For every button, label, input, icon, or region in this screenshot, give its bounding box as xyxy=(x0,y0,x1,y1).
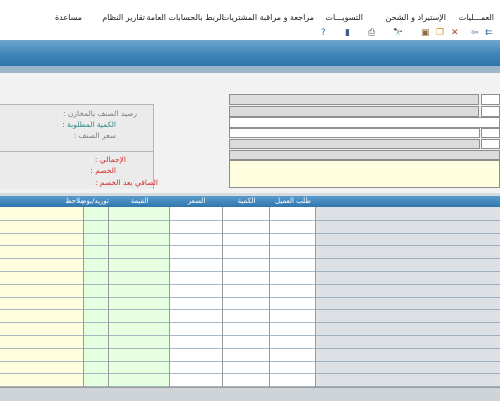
table-row[interactable] xyxy=(0,322,500,323)
table-row[interactable] xyxy=(0,348,500,349)
status-bar xyxy=(0,387,500,401)
customer-field[interactable] xyxy=(229,128,480,138)
unit-field[interactable] xyxy=(229,139,480,149)
menu-operations[interactable]: العمـــليات xyxy=(459,13,494,22)
help-icon[interactable]: ? xyxy=(321,28,326,38)
menu-accounts[interactable]: الربط بالحسابات العامة xyxy=(146,13,224,22)
header-notes[interactable]: ملاحظ xyxy=(0,197,84,205)
table-row[interactable] xyxy=(0,361,500,362)
table-row[interactable] xyxy=(0,258,500,259)
menu-reports[interactable]: تقارير النظام xyxy=(102,13,145,22)
paste-icon[interactable]: ▣ xyxy=(421,28,430,38)
total-label: الإجمالي : xyxy=(94,155,126,164)
item-name-small-field[interactable] xyxy=(481,106,500,117)
qty-label: الكمية المطلوبة : xyxy=(62,120,116,129)
header-value[interactable]: القيمة xyxy=(109,197,170,205)
table-row[interactable] xyxy=(0,335,500,336)
table-row[interactable] xyxy=(0,297,500,298)
menu-import[interactable]: الإستيراد و الشحن xyxy=(385,13,446,22)
menu-settlements[interactable]: التسويـــات xyxy=(325,13,363,22)
item-name-field[interactable] xyxy=(229,106,479,117)
description-field[interactable] xyxy=(229,117,500,128)
notes-textarea[interactable] xyxy=(229,160,500,188)
customer-small-field[interactable] xyxy=(481,128,500,138)
panel-divider xyxy=(0,151,153,152)
header-request[interactable]: طلب العميل xyxy=(270,197,316,205)
menu-help[interactable]: مساعدة xyxy=(55,13,82,22)
header-supply[interactable]: توريد/يوم xyxy=(82,197,109,205)
close-icon[interactable]: ✕ xyxy=(451,28,459,38)
header-qty[interactable]: الكمية xyxy=(223,197,270,205)
double-arrow-left-icon[interactable]: ⇇ xyxy=(485,28,493,38)
table-row[interactable] xyxy=(0,373,500,374)
arrow-left-icon[interactable]: ⇦ xyxy=(471,28,479,38)
discount-label: الخصم : xyxy=(90,166,116,175)
price-label: سعر الصنف : xyxy=(73,131,116,140)
net-label: الصافي بعد الخصم : xyxy=(94,178,158,187)
table-row[interactable] xyxy=(0,284,500,285)
table-row[interactable] xyxy=(0,309,500,310)
unit-small-field[interactable] xyxy=(481,139,500,149)
copy-icon[interactable]: ❐ xyxy=(436,28,444,38)
item-code-small-field[interactable] xyxy=(481,94,500,105)
item-code-field[interactable] xyxy=(229,94,479,105)
table-row[interactable] xyxy=(0,233,500,234)
header-price[interactable]: السعر xyxy=(170,197,223,205)
exit-door-icon[interactable]: ▮ xyxy=(345,28,350,38)
stock-label: رصيد الصنف بالمخازن : xyxy=(62,109,137,118)
search-binoculars-icon[interactable]: 🔭 xyxy=(393,28,403,38)
table-row[interactable] xyxy=(0,245,500,246)
table-row[interactable] xyxy=(0,220,500,221)
date-field[interactable] xyxy=(229,150,500,160)
table-row[interactable] xyxy=(0,271,500,272)
menu-purchases[interactable]: مراجعة و مراقبة المشتريات xyxy=(222,13,314,22)
header-banner xyxy=(0,40,500,66)
print-icon[interactable]: ⎙ xyxy=(368,28,375,38)
banner-strip xyxy=(0,66,500,73)
